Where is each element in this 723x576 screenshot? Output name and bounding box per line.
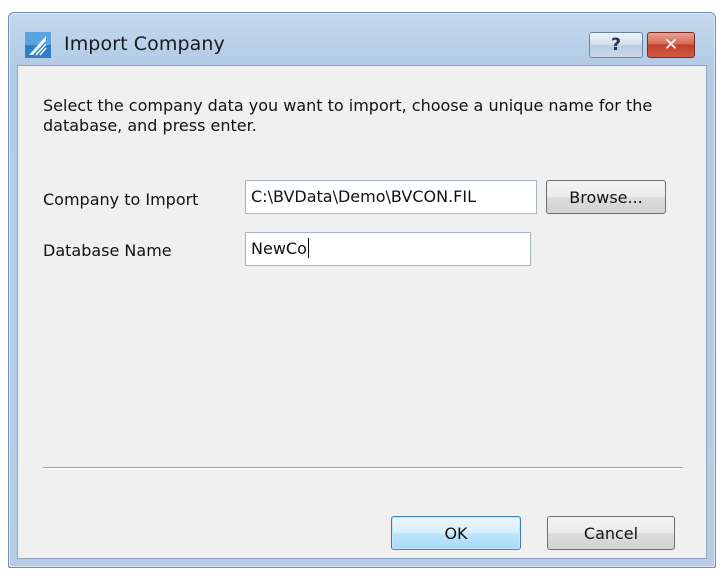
window-title: Import Company: [64, 33, 225, 55]
dialog-content: Select the company data you want to impo…: [17, 65, 707, 559]
browse-button[interactable]: Browse...: [546, 180, 666, 214]
company-to-import-label: Company to Import: [43, 190, 199, 209]
import-company-dialog: Import Company ? ✕ Select the company da…: [8, 12, 716, 568]
browse-button-label: Browse...: [569, 187, 643, 207]
company-path-value: C:\BVData\Demo\BVCON.FIL: [251, 187, 476, 206]
database-name-label: Database Name: [43, 241, 172, 260]
instruction-text: Select the company data you want to impo…: [43, 96, 653, 135]
help-icon: ?: [611, 35, 621, 55]
text-cursor: [307, 238, 309, 258]
close-button[interactable]: ✕: [647, 32, 695, 58]
cancel-button[interactable]: Cancel: [547, 516, 675, 550]
footer-divider: [43, 467, 683, 469]
company-path-field[interactable]: C:\BVData\Demo\BVCON.FIL: [245, 180, 537, 214]
title-bar[interactable]: Import Company ? ✕: [9, 13, 715, 65]
ok-button[interactable]: OK: [391, 516, 521, 550]
database-name-field[interactable]: NewCo: [245, 232, 531, 266]
ok-button-label: OK: [444, 523, 468, 543]
database-name-value: NewCo: [251, 239, 307, 258]
cancel-button-label: Cancel: [583, 523, 639, 543]
app-logo-icon: [25, 32, 51, 58]
help-button[interactable]: ?: [589, 32, 643, 58]
close-icon: ✕: [663, 35, 679, 55]
